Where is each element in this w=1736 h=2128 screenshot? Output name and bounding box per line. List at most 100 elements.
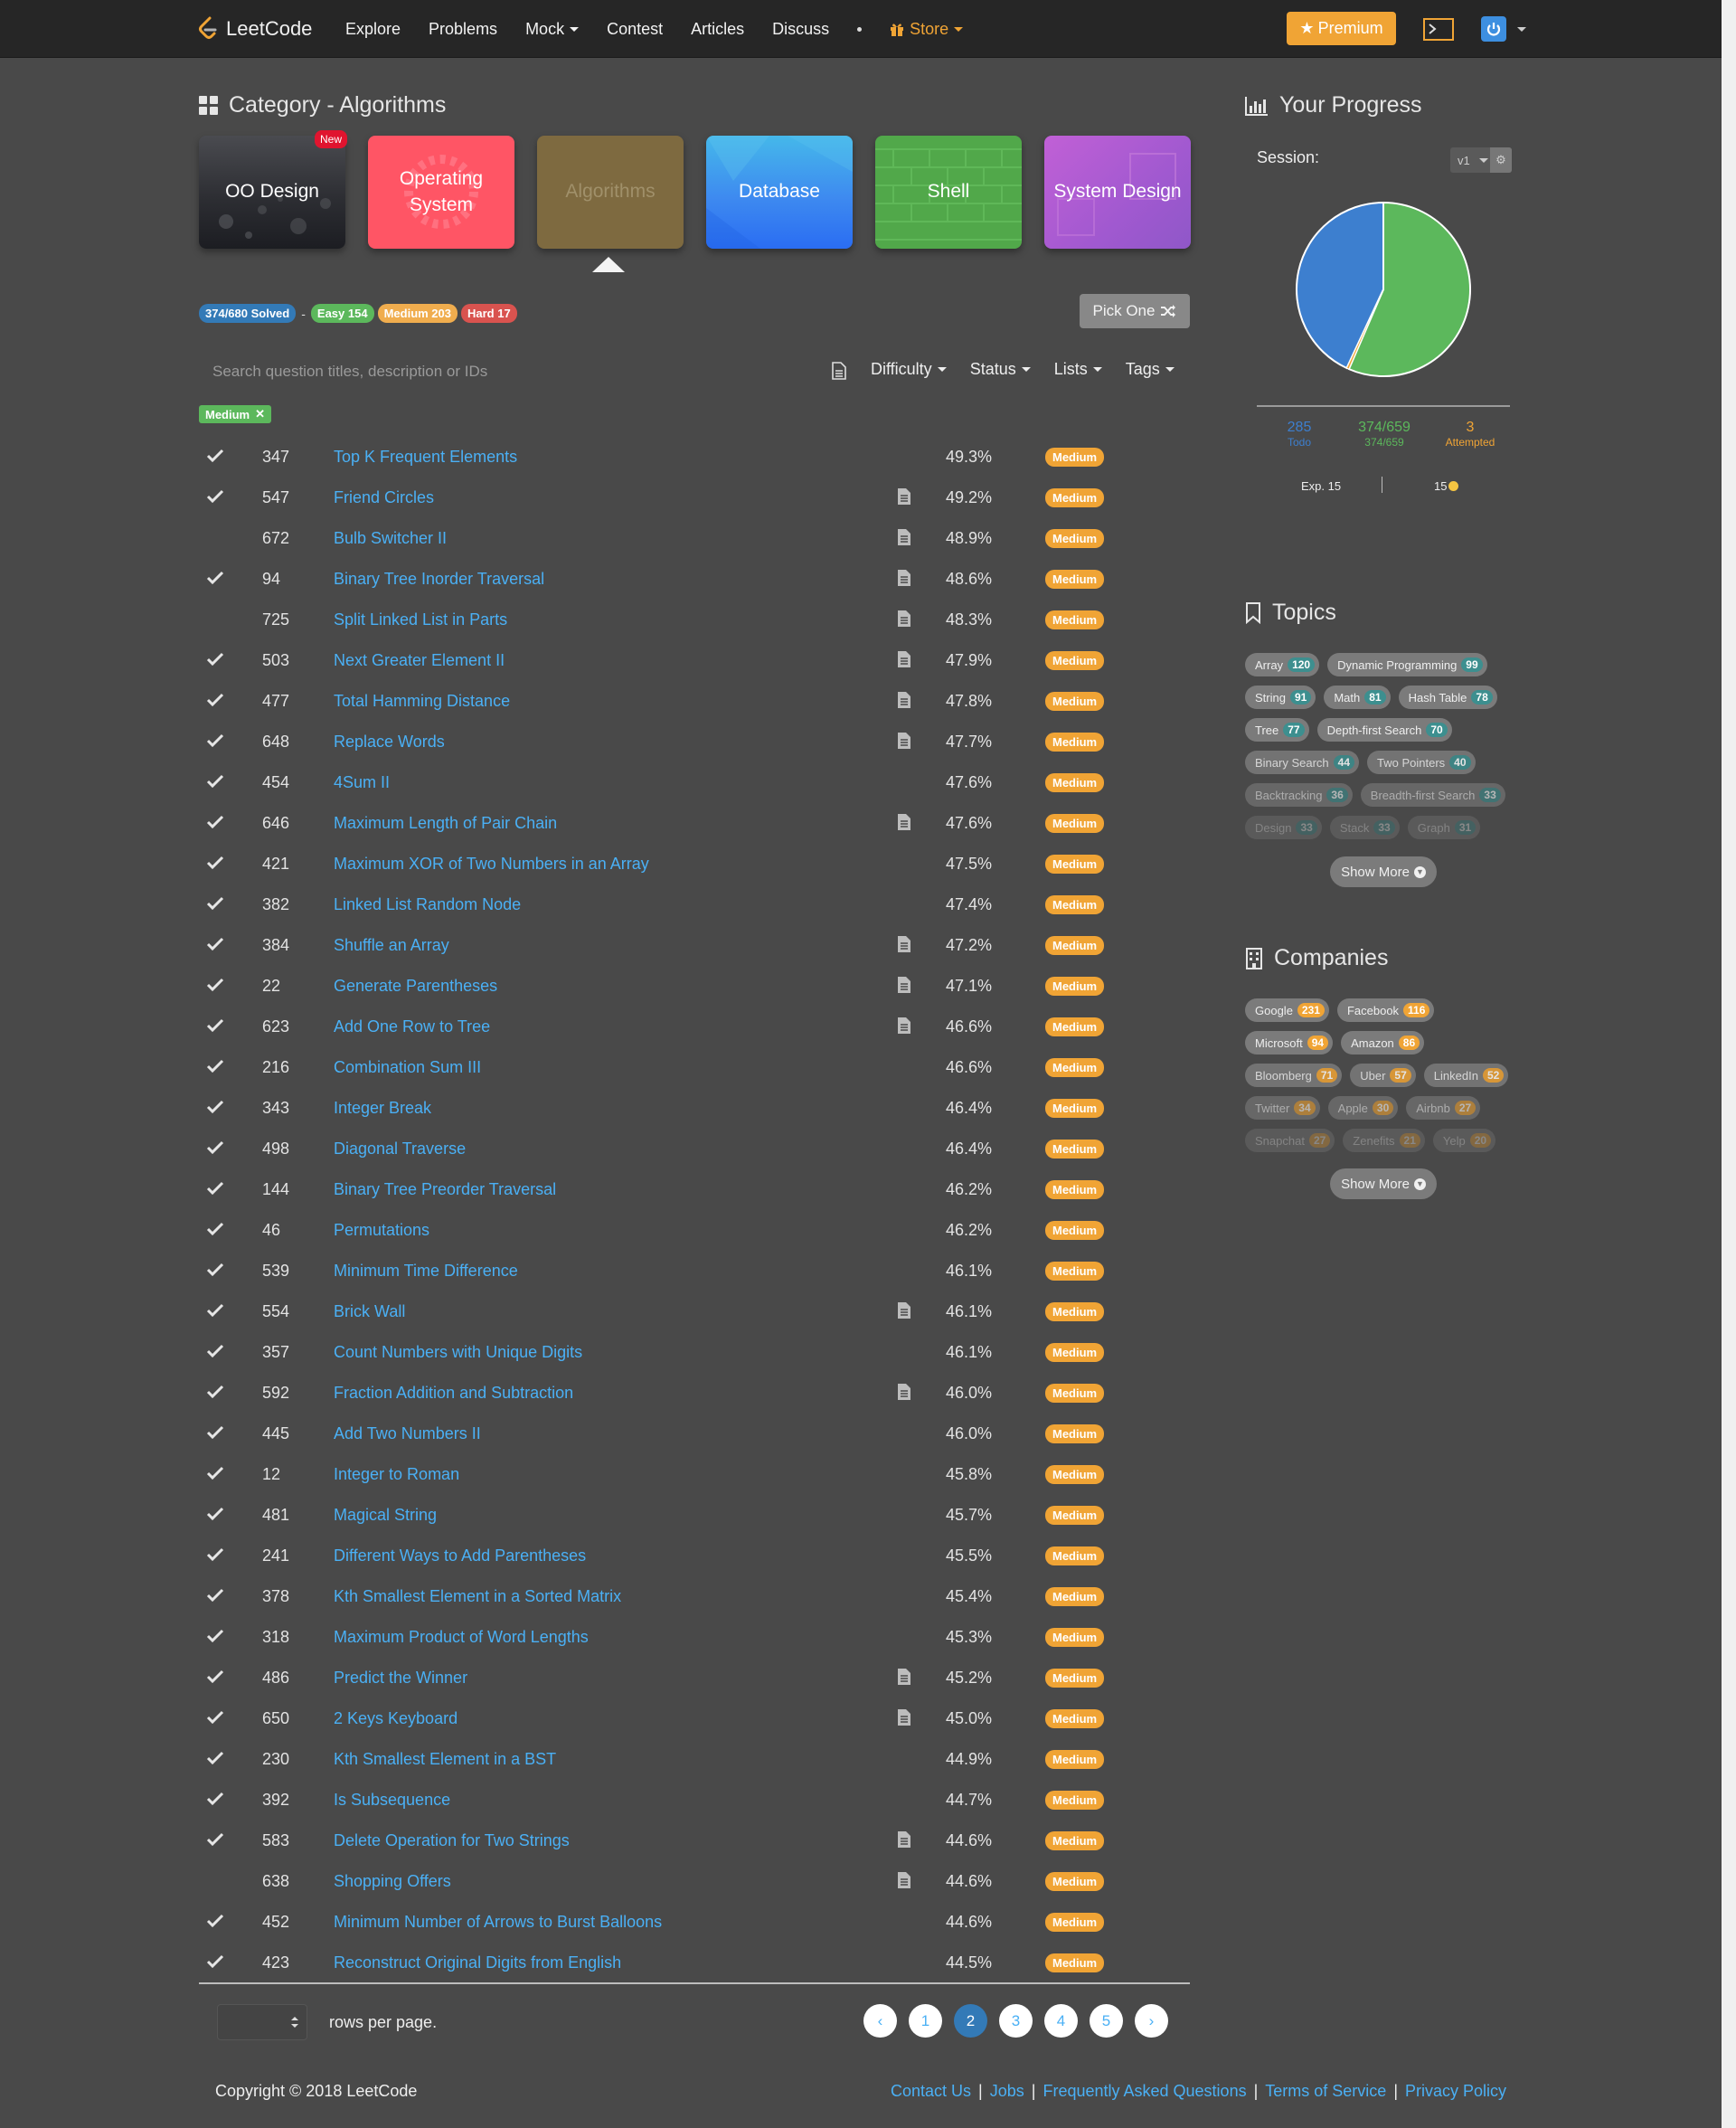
page-5[interactable]: 5 — [1090, 2004, 1123, 2038]
topic-tag[interactable]: Depth-first Search 70 — [1316, 718, 1452, 742]
topic-tag[interactable]: Binary Search 44 — [1245, 751, 1360, 774]
problem-title-link[interactable]: Maximum Length of Pair Chain — [334, 814, 557, 833]
table-row[interactable]: 648 Replace Words 47.7% Medium — [199, 721, 1190, 761]
page-next[interactable]: › — [1135, 2004, 1168, 2038]
table-row[interactable]: 94 Binary Tree Inorder Traversal 48.6% Medi… — [199, 558, 1190, 599]
topic-tag[interactable]: Array 120 — [1245, 653, 1320, 676]
company-tag[interactable]: LinkedIn 52 — [1423, 1064, 1509, 1087]
problem-title-link[interactable]: Minimum Number of Arrows to Burst Balloo… — [334, 1913, 662, 1932]
solution-article-icon[interactable] — [897, 487, 911, 506]
page-2[interactable]: 2 — [954, 2004, 987, 2038]
table-row[interactable]: 392 Is Subsequence 44.7% Medium — [199, 1779, 1190, 1820]
problem-title-link[interactable]: 2 Keys Keyboard — [334, 1709, 458, 1728]
table-row[interactable]: 503 Next Greater Element II 47.9% Medium — [199, 639, 1190, 680]
company-tag[interactable]: Microsoft 94 — [1245, 1031, 1334, 1055]
topic-tag[interactable]: Graph 31 — [1407, 816, 1481, 839]
problem-title-link[interactable]: Shopping Offers — [334, 1872, 451, 1891]
session-select[interactable]: v1 ⚙ — [1450, 147, 1512, 173]
problem-title-link[interactable]: Kth Smallest Element in a BST — [334, 1750, 556, 1769]
company-tag[interactable]: Apple 30 — [1327, 1096, 1399, 1120]
filter-status[interactable]: Status — [970, 360, 1031, 379]
page-4[interactable]: 4 — [1044, 2004, 1078, 2038]
problem-title-link[interactable]: Reconstruct Original Digits from English — [334, 1953, 621, 1972]
table-row[interactable]: 347 Top K Frequent Elements 49.3% Medium — [199, 436, 1190, 477]
topic-tag[interactable]: Breadth-first Search 33 — [1360, 783, 1505, 807]
card-system-design[interactable]: System Design — [1044, 136, 1191, 249]
solution-article-icon[interactable] — [897, 813, 911, 831]
problem-title-link[interactable]: Magical String — [334, 1506, 437, 1525]
nav-articles[interactable]: Articles — [691, 20, 744, 39]
filter-lists[interactable]: Lists — [1054, 360, 1102, 379]
table-row[interactable]: 547 Friend Circles 49.2% Medium — [199, 477, 1190, 517]
card-oo-design[interactable]: OO Design — [199, 136, 345, 249]
table-row[interactable]: 241 Different Ways to Add Parentheses 45.5… — [199, 1535, 1190, 1575]
problem-title-link[interactable]: Generate Parentheses — [334, 977, 497, 996]
company-tag[interactable]: Uber 57 — [1350, 1064, 1416, 1087]
filter-tags[interactable]: Tags — [1126, 360, 1175, 379]
company-tag[interactable]: Airbnb 27 — [1406, 1096, 1481, 1120]
problem-title-link[interactable]: Binary Tree Preorder Traversal — [334, 1180, 556, 1199]
page-1[interactable]: 1 — [909, 2004, 942, 2038]
table-row[interactable]: 672 Bulb Switcher II 48.9% Medium — [199, 517, 1190, 558]
table-row[interactable]: 646 Maximum Length of Pair Chain 47.6% Medi… — [199, 802, 1190, 843]
card-algorithms[interactable]: Algorithms — [537, 136, 684, 249]
problem-title-link[interactable]: Next Greater Element II — [334, 651, 505, 670]
remove-filter-icon[interactable]: ✕ — [255, 407, 265, 421]
topic-tag[interactable]: Dynamic Programming 99 — [1327, 653, 1487, 676]
company-tag[interactable]: Zenefits 21 — [1343, 1129, 1425, 1152]
solution-article-icon[interactable] — [897, 1830, 911, 1849]
table-row[interactable]: 421 Maximum XOR of Two Numbers in an Arra… — [199, 843, 1190, 884]
footer-contact-us[interactable]: Contact Us — [891, 2082, 971, 2101]
table-row[interactable]: 216 Combination Sum III 46.6% Medium — [199, 1046, 1190, 1087]
problem-title-link[interactable]: Add One Row to Tree — [334, 1017, 490, 1036]
problem-title-link[interactable]: Combination Sum III — [334, 1058, 481, 1077]
solution-article-icon[interactable] — [897, 1301, 911, 1319]
problem-title-link[interactable]: Maximum XOR of Two Numbers in an Array — [334, 855, 649, 874]
problem-title-link[interactable]: Diagonal Traverse — [334, 1140, 466, 1159]
card-database[interactable]: Database — [706, 136, 853, 249]
problem-title-link[interactable]: Total Hamming Distance — [334, 692, 510, 711]
solution-article-icon[interactable] — [897, 1708, 911, 1726]
table-row[interactable]: 452 Minimum Number of Arrows to Burst Bal… — [199, 1901, 1190, 1942]
solution-article-icon[interactable] — [897, 1871, 911, 1889]
logo[interactable]: LeetCode — [197, 14, 312, 43]
problem-title-link[interactable]: Minimum Time Difference — [334, 1262, 518, 1281]
problem-title-link[interactable]: Friend Circles — [334, 488, 434, 507]
company-tag[interactable]: Bloomberg 71 — [1245, 1064, 1343, 1087]
pick-one-button[interactable]: Pick One — [1080, 294, 1190, 328]
topic-tag[interactable]: String 91 — [1245, 686, 1316, 709]
solution-article-icon[interactable] — [897, 569, 911, 587]
solution-article-icon[interactable] — [897, 976, 911, 994]
problem-title-link[interactable]: Add Two Numbers II — [334, 1424, 481, 1443]
nav-store[interactable]: Store — [890, 20, 964, 39]
table-row[interactable]: 12 Integer to Roman 45.8% Medium — [199, 1453, 1190, 1494]
table-row[interactable]: 454 4Sum II 47.6% Medium — [199, 761, 1190, 802]
table-row[interactable]: 477 Total Hamming Distance 47.8% Medium — [199, 680, 1190, 721]
problem-title-link[interactable]: Permutations — [334, 1221, 429, 1240]
solution-article-icon[interactable] — [897, 610, 911, 628]
solution-article-icon[interactable] — [897, 691, 911, 709]
playground-terminal-icon[interactable] — [1423, 16, 1454, 42]
solution-article-icon[interactable] — [897, 935, 911, 953]
solution-article-icon[interactable] — [897, 1668, 911, 1686]
topic-tag[interactable]: Backtracking 36 — [1245, 783, 1353, 807]
problem-title-link[interactable]: Bulb Switcher II — [334, 529, 447, 548]
problem-title-link[interactable]: Is Subsequence — [334, 1791, 450, 1810]
footer-privacy[interactable]: Privacy Policy — [1405, 2082, 1506, 2101]
company-tag[interactable]: Facebook 116 — [1336, 998, 1435, 1022]
problem-title-link[interactable]: 4Sum II — [334, 773, 390, 792]
footer-jobs[interactable]: Jobs — [990, 2082, 1024, 2101]
problem-title-link[interactable]: Fraction Addition and Subtraction — [334, 1384, 573, 1403]
table-row[interactable]: 583 Delete Operation for Two Strings 44.6%… — [199, 1820, 1190, 1860]
table-row[interactable]: 498 Diagonal Traverse 46.4% Medium — [199, 1128, 1190, 1168]
table-row[interactable]: 592 Fraction Addition and Subtraction 46.0… — [199, 1372, 1190, 1413]
table-row[interactable]: 650 2 Keys Keyboard 45.0% Medium — [199, 1698, 1190, 1738]
card-shell[interactable]: Shell — [875, 136, 1022, 249]
company-tag[interactable]: Yelp 20 — [1432, 1129, 1496, 1152]
company-tag[interactable]: Amazon 86 — [1341, 1031, 1425, 1055]
table-row[interactable]: 382 Linked List Random Node 47.4% Medium — [199, 884, 1190, 924]
solution-article-icon[interactable] — [897, 528, 911, 546]
page-3[interactable]: 3 — [999, 2004, 1033, 2038]
table-row[interactable]: 423 Reconstruct Original Digits from Engl… — [199, 1942, 1190, 1982]
page-scrollbar[interactable] — [1722, 0, 1736, 2128]
